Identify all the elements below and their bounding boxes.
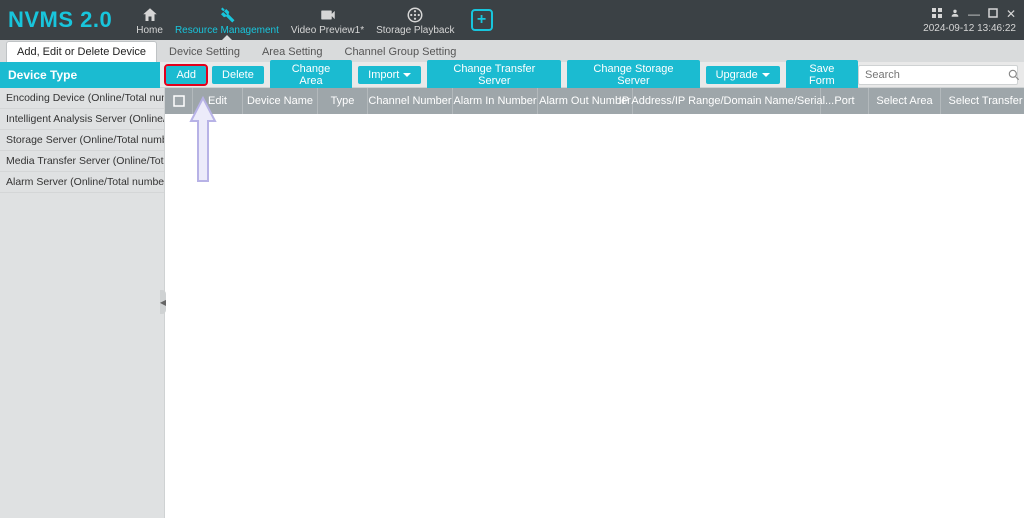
maximize-icon[interactable] xyxy=(988,7,998,21)
nav-label: Storage Playback xyxy=(376,25,454,36)
close-icon[interactable]: ✕ xyxy=(1006,7,1016,21)
sidebar-item-alarm[interactable]: Alarm Server (Online/Total number:1/1) xyxy=(0,172,164,193)
nav-video-preview[interactable]: Video Preview1* xyxy=(291,4,364,36)
import-button[interactable]: Import xyxy=(358,66,421,84)
main-grid-area: Edit Device Name Type Channel Number Ala… xyxy=(165,88,1024,518)
window-controls: — ✕ 2024-09-12 13:46:22 xyxy=(923,7,1016,34)
sidebar-item-storage[interactable]: Storage Server (Online/Total number:1/1) xyxy=(0,130,164,151)
col-edit[interactable]: Edit xyxy=(193,88,243,114)
change-transfer-button[interactable]: Change Transfer Server xyxy=(427,60,561,90)
search-input[interactable] xyxy=(865,69,1007,81)
add-tab-button[interactable]: + xyxy=(471,9,493,31)
chevron-down-icon xyxy=(762,73,770,77)
save-form-button[interactable]: Save Form xyxy=(786,60,858,90)
grid-icon[interactable] xyxy=(932,7,942,21)
change-storage-button[interactable]: Change Storage Server xyxy=(567,60,699,90)
nav-label: Video Preview1* xyxy=(291,25,364,36)
nav-label: Home xyxy=(136,25,163,36)
delete-button[interactable]: Delete xyxy=(212,66,264,84)
col-device-name[interactable]: Device Name xyxy=(243,88,318,114)
upgrade-button[interactable]: Upgrade xyxy=(706,66,780,84)
tab-add-edit-delete[interactable]: Add, Edit or Delete Device xyxy=(6,41,157,62)
app-title: NVMS 2.0 xyxy=(8,7,112,33)
col-type[interactable]: Type xyxy=(318,88,368,114)
collapse-sidebar-handle[interactable]: ◀ xyxy=(160,290,166,314)
camera-icon xyxy=(319,6,337,24)
tools-icon xyxy=(218,6,236,24)
col-checkbox[interactable] xyxy=(165,88,193,114)
search-box[interactable] xyxy=(858,65,1018,85)
user-icon[interactable] xyxy=(950,7,960,21)
home-icon xyxy=(141,6,159,24)
col-alarm-in[interactable]: Alarm In Number xyxy=(453,88,538,114)
col-ip-address[interactable]: IP Address/IP Range/Domain Name/Serial..… xyxy=(633,88,821,114)
col-port[interactable]: Port xyxy=(821,88,869,114)
sidebar-item-intelligent[interactable]: Intelligent Analysis Server (Online/Tota… xyxy=(0,109,164,130)
col-channel-number[interactable]: Channel Number xyxy=(368,88,453,114)
search-icon xyxy=(1007,68,1021,82)
nav-resource-management[interactable]: Resource Management xyxy=(175,4,279,36)
sub-tabs: Add, Edit or Delete Device Device Settin… xyxy=(0,40,1024,62)
nav-home[interactable]: Home xyxy=(136,4,163,36)
sidebar: Encoding Device (Online/Total number:0/0… xyxy=(0,88,165,518)
film-reel-icon xyxy=(406,6,424,24)
toolbar: Device Type Add Delete Change Area Impor… xyxy=(0,62,1024,88)
tab-device-setting[interactable]: Device Setting xyxy=(159,42,250,62)
checkbox-icon xyxy=(173,95,185,107)
nav-label: Resource Management xyxy=(175,25,279,36)
change-area-button[interactable]: Change Area xyxy=(270,60,352,90)
nav-storage-playback[interactable]: Storage Playback xyxy=(376,4,454,36)
sidebar-header: Device Type xyxy=(0,62,160,88)
grid-header: Edit Device Name Type Channel Number Ala… xyxy=(165,88,1024,114)
titlebar: NVMS 2.0 Home Resource Management Video … xyxy=(0,0,1024,40)
timestamp: 2024-09-12 13:46:22 xyxy=(923,23,1016,34)
col-select-transfer[interactable]: Select Transfer xyxy=(941,88,1024,114)
minimize-icon[interactable]: — xyxy=(968,7,980,21)
sidebar-item-media-transfer[interactable]: Media Transfer Server (Online/Total numb… xyxy=(0,151,164,172)
chevron-down-icon xyxy=(403,73,411,77)
sidebar-item-encoding[interactable]: Encoding Device (Online/Total number:0/0… xyxy=(0,88,164,109)
col-select-area[interactable]: Select Area xyxy=(869,88,941,114)
add-button[interactable]: Add xyxy=(166,66,206,84)
